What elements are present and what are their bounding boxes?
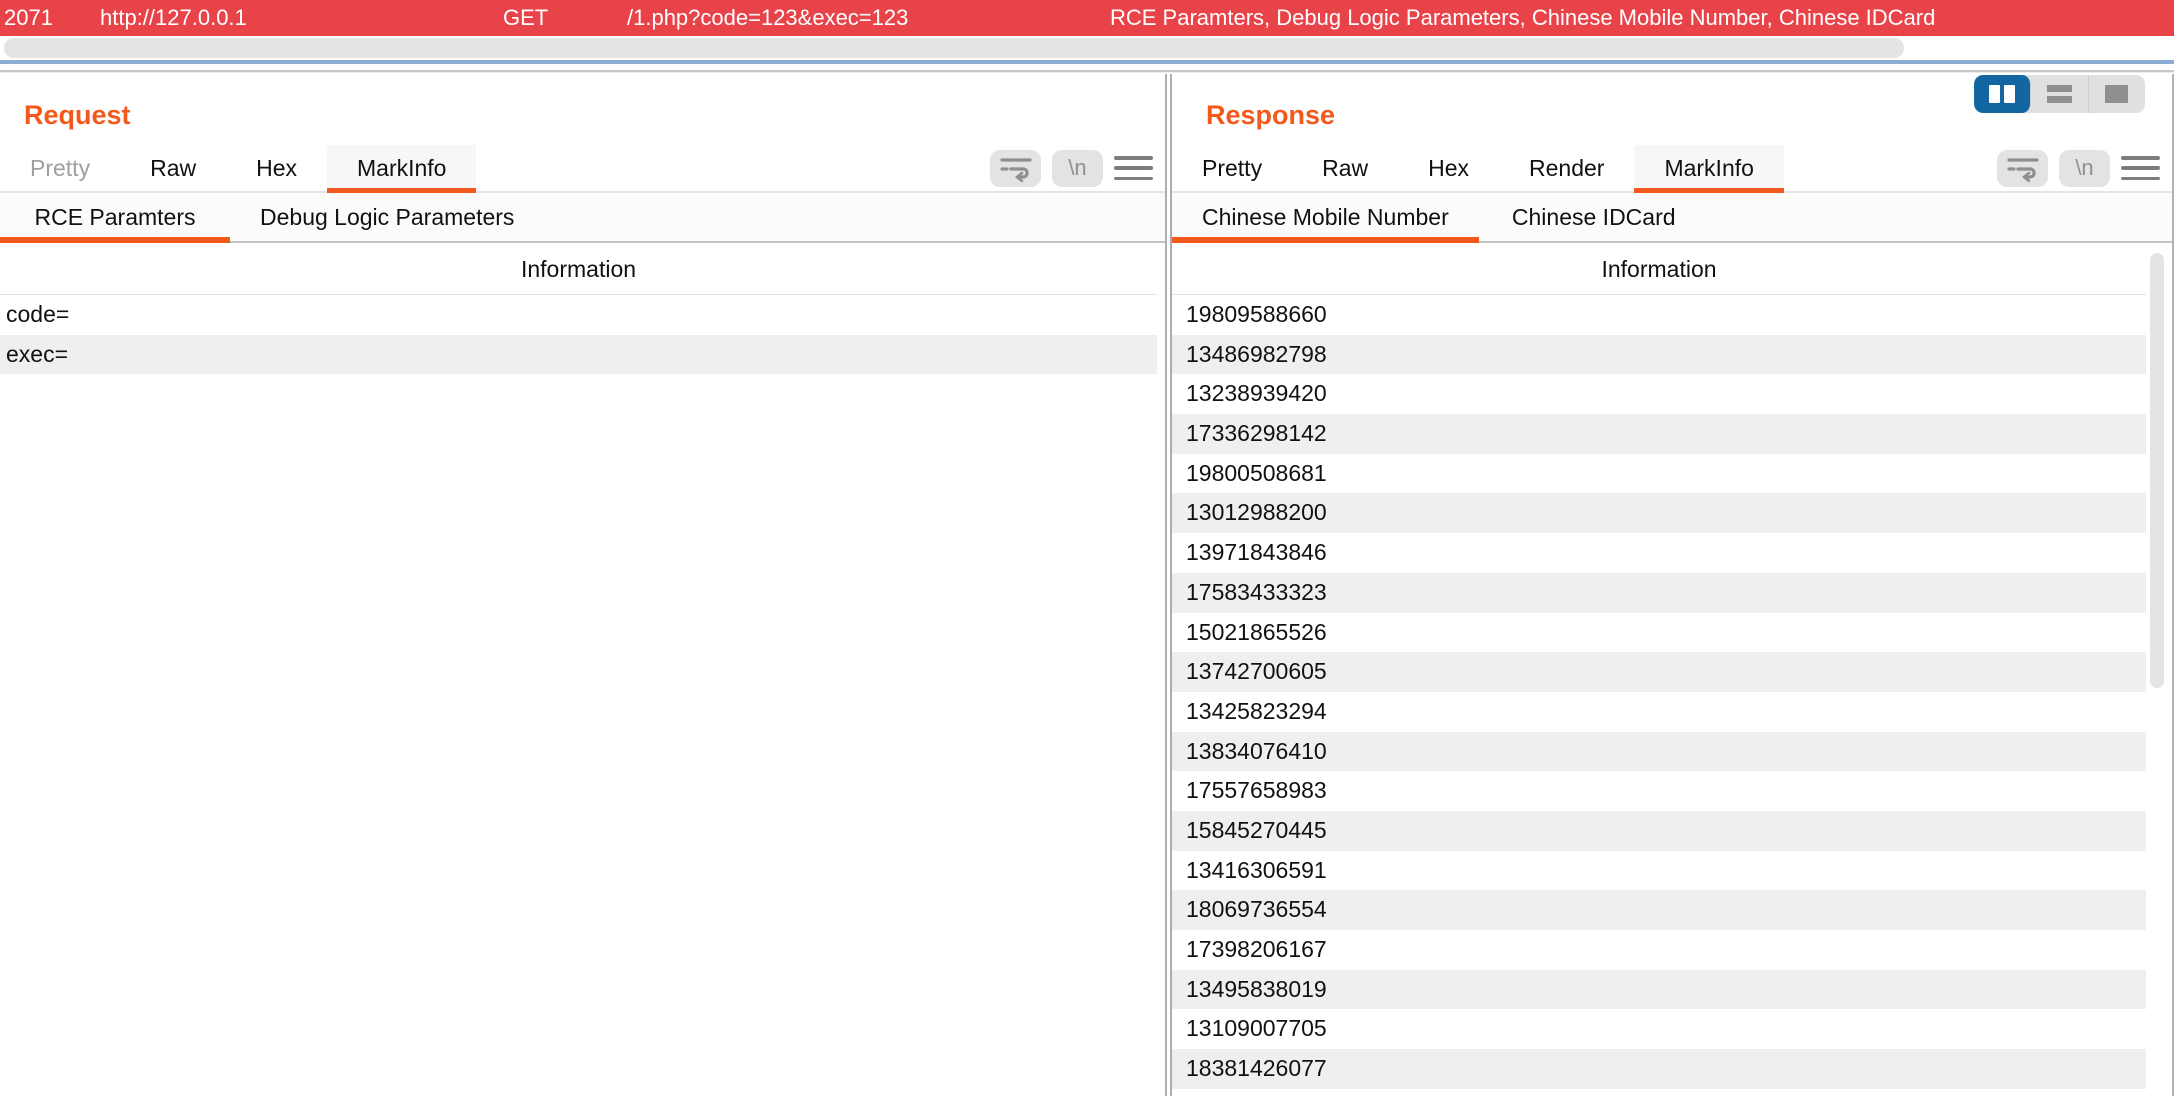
soft-wrap-button[interactable] <box>1997 149 2048 187</box>
history-row-host: http://127.0.0.1 <box>100 5 247 30</box>
request-tab-raw[interactable]: Raw <box>120 145 226 191</box>
selected-history-row[interactable]: 2071 http://127.0.0.1 GET /1.php?code=12… <box>0 0 2174 36</box>
history-row-id: 2071 <box>4 5 53 30</box>
response-subtab-chinese-mobile-number[interactable]: Chinese Mobile Number <box>1172 193 1479 243</box>
response-header: Response <box>1172 74 2172 145</box>
table-row[interactable]: 19800508681 <box>1172 454 2146 494</box>
request-header: Request <box>0 74 1165 145</box>
horizontal-scrollbar-track[interactable] <box>0 36 2174 60</box>
response-subtab-chinese-idcard[interactable]: Chinese IDCard <box>1479 193 1709 241</box>
response-tabs: Pretty Raw Hex Render MarkInfo <box>1172 145 1785 193</box>
response-toolbar: \n <box>1997 145 2172 191</box>
newline-toggle-button[interactable]: \n <box>2059 149 2110 187</box>
response-tabbar: Pretty Raw Hex Render MarkInfo \n <box>1172 145 2172 193</box>
response-table: 19809588660 13486982798 13238939420 1733629… <box>1172 295 2146 1089</box>
request-markinfo-subtabs: RCE Paramters Debug Logic Parameters <box>0 193 1165 243</box>
table-row[interactable]: 13109007705 <box>1172 1009 2146 1049</box>
request-table-header[interactable]: Information <box>0 243 1157 295</box>
history-row-method: GET <box>503 5 549 30</box>
table-row[interactable]: 17398206167 <box>1172 930 2146 970</box>
table-row[interactable]: 13834076410 <box>1172 731 2146 772</box>
stacked-rows-layout-icon <box>2046 85 2072 103</box>
table-row[interactable]: 13495838019 <box>1172 969 2146 1010</box>
response-tab-markinfo[interactable]: MarkInfo <box>1634 145 1785 193</box>
single-panel-layout-button[interactable] <box>2089 75 2145 113</box>
response-tab-pretty[interactable]: Pretty <box>1172 145 1292 191</box>
request-table: code= exec= <box>0 295 1157 375</box>
table-row[interactable]: 13971843846 <box>1172 533 2146 573</box>
panel-top-border <box>0 70 2174 73</box>
request-tab-hex[interactable]: Hex <box>226 145 327 191</box>
horizontal-scrollbar-thumb[interactable] <box>4 38 1904 58</box>
request-subtab-debug-logic-parameters[interactable]: Debug Logic Parameters <box>230 193 544 241</box>
table-row[interactable]: 15021865526 <box>1172 613 2146 653</box>
splitter-accent-line <box>0 60 2174 64</box>
soft-wrap-icon <box>2006 158 2039 182</box>
request-tabs: Pretty Raw Hex MarkInfo <box>0 145 477 193</box>
two-columns-layout-button[interactable] <box>1974 75 2032 113</box>
table-row[interactable]: 13742700605 <box>1172 652 2146 692</box>
table-row[interactable]: 19809588660 <box>1172 295 2146 335</box>
response-tab-render[interactable]: Render <box>1499 145 1634 191</box>
table-row[interactable]: 17336298142 <box>1172 414 2146 454</box>
response-tab-hex[interactable]: Hex <box>1398 145 1499 191</box>
response-markinfo-subtabs: Chinese Mobile Number Chinese IDCard <box>1172 193 2172 243</box>
hamburger-menu-icon[interactable] <box>1114 156 1153 180</box>
history-row-markinfo: RCE Paramters, Debug Logic Parameters, C… <box>1110 5 1936 30</box>
two-columns-layout-icon <box>1989 85 2016 103</box>
response-tab-raw[interactable]: Raw <box>1292 145 1398 191</box>
panel-splitter[interactable] <box>1165 74 1172 1096</box>
request-panel: Request Pretty Raw Hex MarkInfo \n RCE P… <box>0 74 1165 1096</box>
table-row[interactable]: exec= <box>0 334 1157 375</box>
table-row[interactable]: code= <box>0 295 1157 335</box>
request-toolbar: \n <box>990 145 1165 191</box>
table-row[interactable]: 17583433323 <box>1172 572 2146 613</box>
table-row[interactable]: 13012988200 <box>1172 493 2146 534</box>
table-row[interactable]: 15845270445 <box>1172 810 2146 851</box>
vertical-scrollbar-thumb[interactable] <box>2150 253 2164 688</box>
table-row[interactable]: 13486982798 <box>1172 334 2146 375</box>
single-panel-layout-icon <box>2105 85 2129 103</box>
response-title: Response <box>1206 100 1336 130</box>
table-row[interactable]: 13238939420 <box>1172 374 2146 414</box>
table-row[interactable]: 18381426077 <box>1172 1049 2146 1089</box>
stacked-rows-layout-button[interactable] <box>2031 75 2089 113</box>
request-tab-pretty[interactable]: Pretty <box>0 145 120 191</box>
newline-toggle-button[interactable]: \n <box>1052 149 1103 187</box>
table-row[interactable]: 18069736554 <box>1172 890 2146 930</box>
soft-wrap-icon <box>999 158 1032 182</box>
request-tabbar: Pretty Raw Hex MarkInfo \n <box>0 145 1165 193</box>
table-row[interactable]: 13425823294 <box>1172 692 2146 732</box>
table-row[interactable]: 17557658983 <box>1172 771 2146 811</box>
request-title: Request <box>24 100 131 130</box>
request-tab-markinfo[interactable]: MarkInfo <box>327 145 477 193</box>
response-panel: Response Pretty Raw Hex Render MarkInfo \n <box>1172 74 2174 1096</box>
response-table-header[interactable]: Information <box>1172 243 2146 295</box>
soft-wrap-button[interactable] <box>990 149 1041 187</box>
hamburger-menu-icon[interactable] <box>2121 156 2160 180</box>
layout-toggle <box>1974 75 2145 113</box>
history-row-url: /1.php?code=123&exec=123 <box>627 5 909 30</box>
request-subtab-rce-paramters[interactable]: RCE Paramters <box>0 193 230 243</box>
table-row[interactable]: 13416306591 <box>1172 851 2146 891</box>
request-response-split: Request Pretty Raw Hex MarkInfo \n RCE P… <box>0 74 2174 1096</box>
